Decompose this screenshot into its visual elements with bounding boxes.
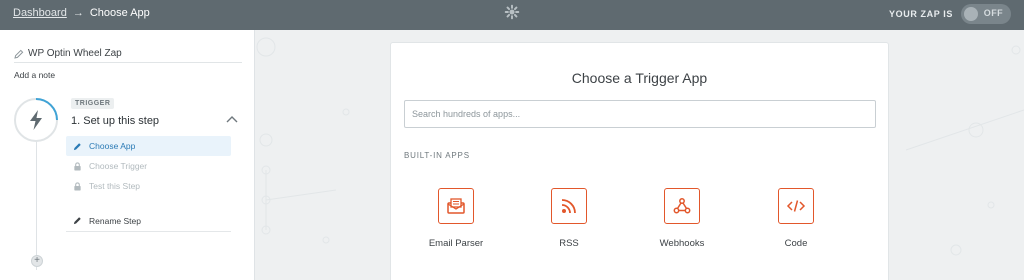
substep-list: Choose App Choose Trigger Test this Step <box>66 136 231 196</box>
zap-on-off-toggle[interactable]: OFF <box>961 4 1011 24</box>
app-label: Email Parser <box>428 238 484 249</box>
substep-label: Test this Step <box>89 181 141 191</box>
app-label: RSS <box>559 238 579 249</box>
step-circle[interactable] <box>14 98 58 142</box>
email-parser-icon <box>438 188 474 224</box>
rename-step-button[interactable]: Rename Step <box>66 210 231 232</box>
lock-icon <box>74 181 81 191</box>
substep-label: Choose Trigger <box>89 161 148 171</box>
substep-choose-app[interactable]: Choose App <box>66 136 231 156</box>
app-rss[interactable]: RSS <box>514 188 624 249</box>
choose-app-card: Choose a Trigger App BUILT-IN APPS Email… <box>390 42 889 280</box>
built-in-apps-heading: BUILT-IN APPS <box>404 151 470 160</box>
card-title: Choose a Trigger App <box>571 70 708 86</box>
step-progress-arc <box>35 98 58 121</box>
toggle-knob <box>964 7 978 21</box>
step-title[interactable]: 1. Set up this step <box>71 115 159 127</box>
breadcrumb: Dashboard → Choose App <box>13 7 150 19</box>
breadcrumb-arrow-icon: → <box>72 7 84 19</box>
lock-icon <box>74 161 81 171</box>
app-code[interactable]: Code <box>741 188 851 249</box>
top-bar: Dashboard → Choose App YOUR ZAP IS OFF <box>0 0 1024 30</box>
substep-test-step: Test this Step <box>66 176 231 196</box>
substep-label: Choose App <box>89 141 136 151</box>
sidebar: WP Optin Wheel Zap Add a note TRIGGER 1.… <box>0 30 255 280</box>
app-email-parser[interactable]: Email Parser <box>401 188 511 249</box>
webhooks-icon <box>664 188 700 224</box>
app-label: Webhooks <box>659 238 705 249</box>
zap-status: YOUR ZAP IS OFF <box>889 4 1011 24</box>
app-webhooks[interactable]: Webhooks <box>627 188 737 249</box>
rss-icon <box>551 188 587 224</box>
timeline-line <box>36 135 37 270</box>
pencil-icon <box>73 217 81 225</box>
gear-icon[interactable] <box>504 4 520 20</box>
substep-choose-trigger: Choose Trigger <box>66 156 231 176</box>
rename-step-label: Rename Step <box>89 215 141 226</box>
zap-status-label: YOUR ZAP IS <box>889 9 953 19</box>
toggle-state-label: OFF <box>983 8 1003 18</box>
add-note-link[interactable]: Add a note <box>14 70 55 80</box>
zap-name-field[interactable]: WP Optin Wheel Zap <box>14 48 242 63</box>
add-step-button[interactable]: + <box>31 255 43 267</box>
trigger-badge: TRIGGER <box>71 98 115 109</box>
app-search-input[interactable] <box>404 100 876 128</box>
pencil-icon <box>14 49 24 59</box>
pencil-icon <box>73 142 81 150</box>
chevron-up-icon[interactable] <box>226 115 238 123</box>
zap-name-text: WP Optin Wheel Zap <box>28 48 122 59</box>
app-label: Code <box>784 238 808 249</box>
code-icon <box>778 188 814 224</box>
breadcrumb-dashboard-link[interactable]: Dashboard <box>13 7 67 19</box>
breadcrumb-current: Choose App <box>89 7 150 19</box>
